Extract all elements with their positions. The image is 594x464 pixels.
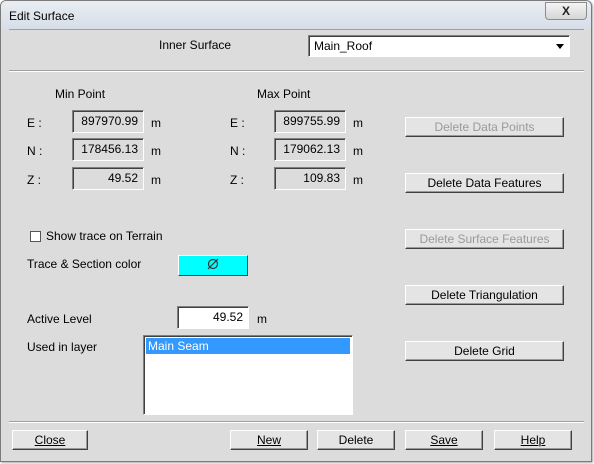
layer-listbox[interactable]: Main Seam bbox=[143, 335, 353, 415]
max-z-field: 109.83 bbox=[274, 167, 346, 190]
close-button[interactable]: Close bbox=[12, 430, 88, 450]
window-close-button[interactable]: X bbox=[545, 2, 587, 20]
min-e-unit: m bbox=[151, 116, 161, 130]
min-point-heading: Min Point bbox=[55, 87, 106, 101]
max-point-heading: Max Point bbox=[257, 87, 311, 101]
max-e-unit: m bbox=[353, 116, 363, 130]
min-z-field: 49.52 bbox=[72, 167, 144, 190]
save-button-label: Save bbox=[430, 433, 458, 447]
min-n-unit: m bbox=[151, 144, 161, 158]
dialog-body: Inner Surface Main_Roof Min Point E : 89… bbox=[9, 29, 584, 457]
new-button-label: New bbox=[256, 433, 281, 447]
new-button[interactable]: New bbox=[230, 430, 308, 450]
show-trace-checkbox[interactable] bbox=[30, 231, 41, 242]
max-z-label: Z : bbox=[230, 173, 244, 187]
help-button[interactable]: Help bbox=[494, 430, 572, 450]
title-bar: Edit Surface X bbox=[1, 1, 591, 29]
show-trace-label[interactable]: Show trace on Terrain bbox=[46, 229, 163, 243]
trace-color-label: Trace & Section color bbox=[27, 257, 142, 271]
max-z-unit: m bbox=[353, 173, 363, 187]
list-item[interactable]: Main Seam bbox=[146, 338, 350, 354]
inner-surface-label: Inner Surface bbox=[159, 38, 232, 52]
min-n-field: 178456.13 bbox=[72, 138, 144, 161]
delete-surface-features-button[interactable]: Delete Surface Features bbox=[405, 229, 564, 249]
active-level-unit: m bbox=[257, 312, 267, 326]
active-level-label: Active Level bbox=[27, 312, 92, 326]
top-divider bbox=[9, 70, 584, 72]
trace-color-button[interactable] bbox=[178, 255, 248, 276]
edit-surface-dialog: Edit Surface X Inner Surface Main_Roof M… bbox=[0, 0, 592, 462]
min-e-field: 897970.99 bbox=[72, 110, 144, 133]
max-n-label: N : bbox=[230, 144, 246, 158]
close-button-label: Close bbox=[34, 433, 66, 447]
help-button-label: Help bbox=[520, 433, 546, 447]
delete-button[interactable]: Delete bbox=[317, 430, 395, 450]
max-e-field: 899755.99 bbox=[274, 110, 346, 133]
inner-surface-select[interactable]: Main_Roof bbox=[308, 35, 570, 57]
min-e-label: E : bbox=[27, 116, 42, 130]
delete-grid-button[interactable]: Delete Grid bbox=[405, 341, 564, 361]
delete-data-points-button[interactable]: Delete Data Points bbox=[405, 117, 564, 137]
active-level-input[interactable]: 49.52 bbox=[177, 306, 249, 329]
window-title: Edit Surface bbox=[9, 9, 75, 23]
max-n-unit: m bbox=[353, 144, 363, 158]
bottom-divider bbox=[9, 421, 584, 423]
chevron-down-icon[interactable] bbox=[553, 38, 567, 54]
min-z-label: Z : bbox=[27, 173, 41, 187]
close-icon: X bbox=[561, 4, 570, 18]
min-z-unit: m bbox=[151, 173, 161, 187]
delete-data-features-button[interactable]: Delete Data Features bbox=[405, 173, 564, 193]
delete-triangulation-button[interactable]: Delete Triangulation bbox=[405, 285, 564, 305]
color-picker-icon bbox=[206, 258, 220, 273]
min-n-label: N : bbox=[27, 144, 43, 158]
inner-surface-value: Main_Roof bbox=[314, 39, 373, 53]
used-in-layer-label: Used in layer bbox=[27, 340, 98, 354]
max-e-label: E : bbox=[230, 116, 245, 130]
save-button[interactable]: Save bbox=[405, 430, 483, 450]
max-n-field: 179062.13 bbox=[274, 138, 346, 161]
